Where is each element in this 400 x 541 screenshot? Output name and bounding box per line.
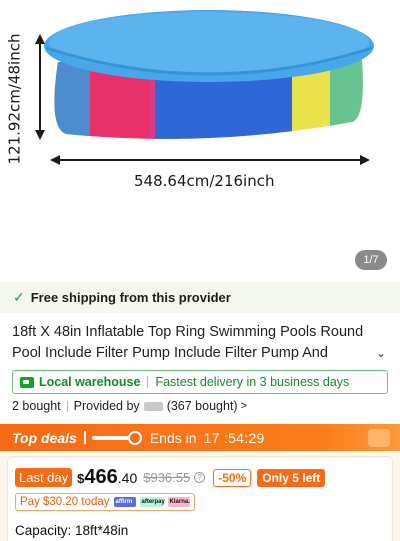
height-label-wrap: 121.92cm/48inch <box>1 33 27 165</box>
current-price: $ 466 .40 <box>77 466 137 489</box>
price-card: Last day $ 466 .40 $936.55 ? -50% Only 5… <box>7 456 393 541</box>
top-deals-bar: Top deals Ends in 17 :54:29 <box>0 424 400 451</box>
currency-symbol: $ <box>77 471 85 486</box>
bought-count: 2 bought <box>12 399 61 413</box>
chevron-right-icon[interactable]: > <box>241 400 247 412</box>
warehouse-label: Local warehouse <box>39 375 141 389</box>
provider-bought-count: (367 bought) <box>166 399 238 413</box>
last-day-badge: Last day <box>15 468 73 487</box>
pool-illustration <box>35 10 374 165</box>
ends-in-label: Ends in <box>149 429 197 446</box>
price-cents: .40 <box>117 470 138 486</box>
divider <box>66 400 68 412</box>
divider <box>147 376 149 388</box>
affirm-logo-icon: affirm <box>113 497 136 507</box>
original-price: $936.55 <box>143 470 191 485</box>
top-deals-label: Top deals <box>12 429 77 446</box>
clock-icon <box>127 430 142 445</box>
klarna-logo-icon: Klarna. <box>167 497 190 507</box>
discount-badge: -50% <box>213 468 252 487</box>
provider-logo-icon <box>143 401 163 411</box>
product-title: 18ft X 48in Inflatable Top Ring Swimming… <box>12 324 364 361</box>
price-section: Last day $ 466 .40 $936.55 ? -50% Only 5… <box>0 451 400 541</box>
pay-today-text: Pay $30.20 today <box>20 496 110 508</box>
free-shipping-text: Free shipping from this provider <box>30 290 231 305</box>
price-whole: 466 <box>84 466 118 488</box>
divider <box>83 431 86 444</box>
provided-by-label: Provided by <box>73 399 140 413</box>
chevron-down-icon[interactable]: ⌄ <box>376 346 386 360</box>
countdown-progress <box>91 430 142 445</box>
product-image[interactable]: 121.92cm/48inch 548.64cm/216inch 1/7 <box>0 0 400 282</box>
height-label: 121.92cm/48inch <box>5 33 24 165</box>
width-label: 548.64cm/216inch <box>134 172 275 190</box>
pay-today-banner[interactable]: Pay $30.20 today affirm afterpay Klarna. <box>15 493 195 511</box>
local-warehouse-banner: Local warehouse Fastest delivery in 3 bu… <box>12 370 388 394</box>
deal-badge-icon <box>368 429 390 447</box>
price-row: Last day $ 466 .40 $936.55 ? -50% Only 5… <box>15 466 326 489</box>
afterpay-logo-icon: afterpay <box>139 497 165 507</box>
checkmark-icon: ✓ <box>13 289 25 305</box>
countdown-timer: 17 :54:29 <box>203 429 265 446</box>
product-title-wrap[interactable]: 18ft X 48in Inflatable Top Ring Swimming… <box>12 322 372 364</box>
sales-provider-row[interactable]: 2 bought Provided by (367 bought) > <box>12 399 247 413</box>
capacity-option[interactable]: Capacity: 18ft*48in <box>15 523 128 538</box>
height-dimension-arrow <box>35 34 45 140</box>
stock-badge: Only 5 left <box>257 468 326 487</box>
image-pager: 1/7 <box>355 250 387 270</box>
truck-icon <box>20 376 34 388</box>
free-shipping-banner: ✓ Free shipping from this provider <box>0 282 400 313</box>
delivery-estimate: Fastest delivery in 3 business days <box>155 375 350 389</box>
info-icon[interactable]: ? <box>194 472 206 483</box>
width-dimension-arrow <box>50 155 370 165</box>
